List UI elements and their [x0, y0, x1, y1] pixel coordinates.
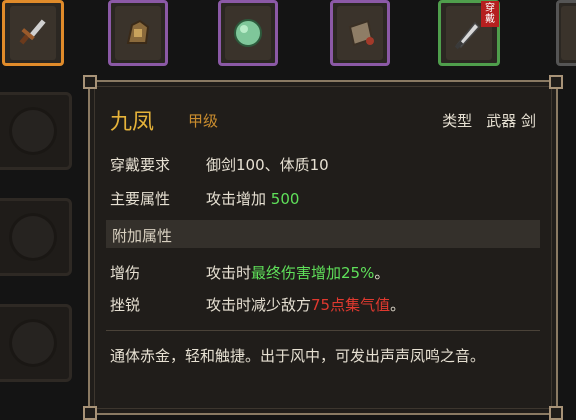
empty-slot-icon: [9, 107, 57, 155]
extra-attr-name: 挫锐: [110, 296, 141, 314]
slot-background: [225, 6, 271, 60]
item-grade: 甲级: [188, 112, 219, 130]
extra-attr-suffix: 。: [390, 296, 406, 314]
inventory-slot-jade[interactable]: [218, 0, 278, 66]
divider: [106, 330, 540, 331]
requirement-value: 御剑100、体质10: [206, 156, 329, 174]
corner-ornament: [549, 75, 563, 89]
corner-ornament: [549, 406, 563, 420]
main-attribute-row: 主要属性 攻击增加 500: [110, 188, 536, 209]
extra-attribute-row: 挫锐 攻击时减少敌方75点集气值。: [110, 294, 536, 315]
item-icon: [561, 6, 576, 60]
empty-slot-icon: [9, 213, 57, 261]
inventory-slot-pouch[interactable]: [330, 0, 390, 66]
type-label: 类型: [442, 112, 473, 130]
extra-attribute-row: 增伤 攻击时最终伤害增加25%。: [110, 262, 536, 283]
main-attr-text: 攻击增加: [206, 190, 267, 208]
requirement-label: 穿戴要求: [110, 156, 171, 174]
empty-slot-icon: [9, 319, 57, 367]
corner-ornament: [83, 406, 97, 420]
equipped-badge: 穿戴: [481, 1, 499, 27]
slot-background: [115, 6, 161, 60]
sword-icon: [19, 19, 46, 45]
extra-attr-highlight: 75点集气值: [311, 296, 391, 314]
main-attr-label: 主要属性: [110, 190, 171, 208]
gauntlet-icon: [126, 19, 150, 44]
extra-attr-name: 增伤: [110, 264, 141, 282]
type-category: 武器: [486, 112, 517, 130]
extra-attr-highlight: 最终伤害增加25%: [251, 264, 375, 282]
item-tooltip: 九凤 甲级 类型 武器 剑 穿戴要求 御剑100、体质10 主要属性 攻击增加 500…: [83, 75, 563, 420]
inventory-slot-sword[interactable]: [2, 0, 64, 66]
item-name: 九凤: [110, 110, 155, 135]
extra-attr-prefix: 攻击时减少敌方: [206, 296, 312, 314]
item-type: 类型 武器 剑: [442, 110, 536, 131]
slot-background: [337, 6, 383, 60]
pouch-icon: [348, 19, 374, 47]
extra-attributes-header: 附加属性: [106, 220, 540, 248]
corner-ornament: [83, 75, 97, 89]
slot-background: [10, 6, 56, 60]
inventory-slot-gauntlet[interactable]: [108, 0, 168, 66]
main-attr-value: 500: [270, 190, 300, 208]
side-slot-1[interactable]: [0, 92, 72, 170]
side-slot-3[interactable]: [0, 304, 72, 382]
type-sub: 剑: [520, 112, 536, 130]
extra-section-label: 附加属性: [112, 227, 173, 245]
jade-orb-icon: [234, 19, 262, 47]
extra-attr-prefix: 攻击时: [206, 264, 252, 282]
side-slot-2[interactable]: [0, 198, 72, 276]
inventory-slot-partial[interactable]: [556, 0, 576, 66]
extra-attr-suffix: 。: [374, 264, 390, 282]
item-header: 九凤 甲级 类型 武器 剑: [110, 104, 536, 136]
requirement-row: 穿戴要求 御剑100、体质10: [110, 154, 536, 175]
item-description: 通体赤金，轻和触捷。出于风中，可发出声声凤鸣之音。: [110, 347, 486, 365]
inventory-slot-equipped-sword[interactable]: 穿戴: [438, 0, 500, 66]
